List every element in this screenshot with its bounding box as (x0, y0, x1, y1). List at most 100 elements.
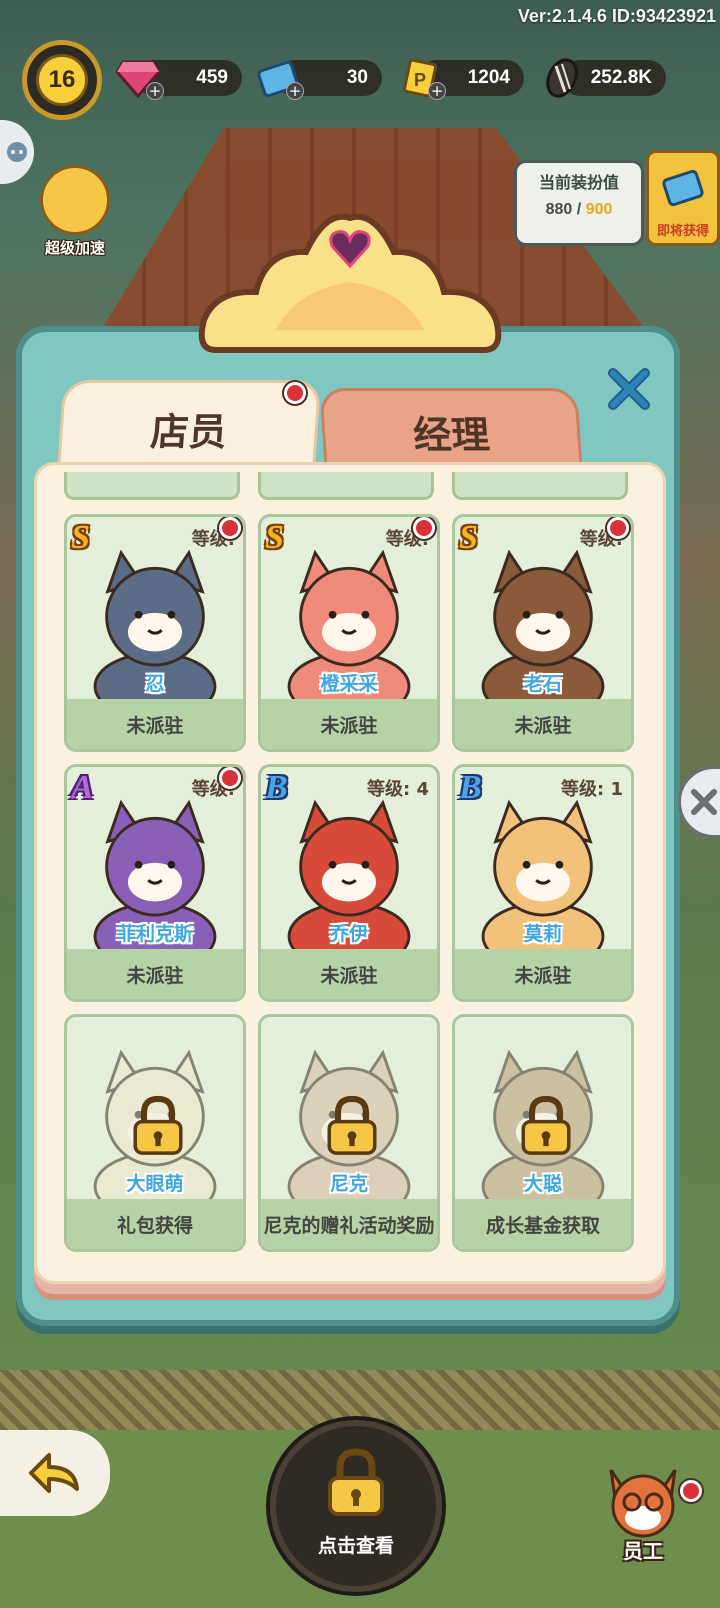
super-boost-label: 超级加速 (44, 239, 105, 257)
deploy-status-text: 未派驻 (126, 964, 184, 987)
card-notification-dot (219, 767, 241, 789)
panel-header-cloud (196, 210, 504, 360)
decoration-value-progress: 880 / 900 (517, 201, 641, 219)
card-notification-dot (219, 517, 241, 539)
staff-card[interactable]: S 等级: 橙采采 未派驻 (258, 514, 440, 752)
level-label: 等级: (561, 779, 605, 800)
coupon-value: 1204 (467, 67, 510, 88)
deploy-status-text: 未派驻 (514, 714, 572, 737)
lock-icon (328, 1448, 384, 1516)
deploy-status-bar: 未派驻 (67, 699, 243, 749)
super-boost-button[interactable]: 超级加速 (30, 165, 120, 263)
staff-card[interactable]: B 等级: 4 乔伊未派驻 (258, 764, 440, 1002)
deploy-status-bar: 未派驻 (261, 699, 437, 749)
tab-manager[interactable]: 经理 (319, 388, 583, 472)
upcoming-reward-button[interactable]: 即将获得 (646, 150, 720, 246)
character-name: 尼克 (329, 1173, 368, 1195)
decoration-value-current: 880 (545, 201, 573, 218)
deploy-status-text: 未派驻 (514, 964, 572, 987)
tab-manager-label: 经理 (411, 413, 491, 457)
character-name: 菲利克斯 (116, 923, 193, 945)
rank-badge: S (71, 519, 90, 556)
seed-value: 252.8K (590, 67, 652, 88)
lock-icon (133, 1095, 183, 1155)
character-name: 大眼萌 (126, 1173, 184, 1195)
character-name: 莫莉 (523, 923, 562, 945)
staff-notification-dot (680, 1480, 702, 1502)
back-button[interactable] (0, 1430, 110, 1516)
unlock-method-text: 礼包获得 (116, 1214, 193, 1237)
character-name: 大聪 (523, 1173, 562, 1195)
ticket-value: 30 (346, 67, 368, 88)
staff-card[interactable]: S 等级: 老石 未派驻 (452, 514, 634, 752)
card-notification-dot (413, 517, 435, 539)
decoration-value-panel[interactable]: 当前装扮值 880 / 900 (514, 160, 644, 246)
lock-icon (327, 1095, 377, 1155)
chick-icon (40, 165, 110, 235)
heart-icon (329, 230, 371, 269)
decoration-value-max: 900 (585, 201, 613, 218)
view-details-button[interactable]: 点击查看 (270, 1420, 442, 1592)
player-level-value: 16 (36, 54, 88, 106)
deploy-status-bar: 未派驻 (455, 949, 631, 999)
character-name: 橙采采 (320, 673, 378, 695)
decoration-value-separator: / (576, 201, 582, 218)
level-text: 等级: 4 (367, 775, 429, 801)
card-stub (452, 472, 628, 500)
version-id-text: Ver:2.1.4.6 ID:93423921 (517, 6, 716, 26)
deploy-status-text: 未派驻 (126, 714, 184, 737)
deploy-status-bar: 未派驻 (67, 949, 243, 999)
staff-button[interactable]: 员工 (588, 1450, 702, 1568)
player-level-badge[interactable]: 16 (22, 40, 102, 120)
close-panel-button[interactable] (604, 364, 654, 414)
svg-text:P: P (414, 70, 426, 90)
coupon-plus-icon[interactable]: + (428, 82, 446, 100)
rank-badge: S (265, 519, 284, 556)
rank-badge: B (459, 769, 482, 806)
card-notification-dot (607, 517, 629, 539)
ticket-reward-icon (662, 169, 704, 207)
side-close-button[interactable] (678, 766, 720, 838)
decoration-value-title: 当前装扮值 (538, 173, 619, 192)
deploy-status-bar: 未派驻 (455, 699, 631, 749)
unlock-method-text: 尼克的赠礼活动奖励 (263, 1214, 435, 1237)
fox-avatar-icon (609, 1469, 677, 1538)
deploy-status-bar: 未派驻 (261, 949, 437, 999)
chat-icon (7, 142, 27, 162)
character-name: 忍 (145, 673, 165, 695)
unlock-method-bar: 成长基金获取 (455, 1199, 631, 1249)
staff-card[interactable]: B 等级: 1 莫莉未派驻 (452, 764, 634, 1002)
character-name: 乔伊 (329, 923, 368, 945)
tab-staff-label: 店员 (149, 410, 229, 454)
deploy-status-text: 未派驻 (320, 714, 378, 737)
rank-badge: A (71, 769, 94, 806)
level-value: 1 (604, 779, 623, 800)
unlock-method-text: 成长基金获取 (485, 1214, 600, 1237)
back-arrow-icon (29, 1453, 79, 1493)
lock-icon (521, 1095, 571, 1155)
ticket-plus-icon[interactable]: + (286, 82, 304, 100)
close-icon (691, 789, 717, 815)
level-label: 等级: (367, 779, 411, 800)
gem-plus-icon[interactable]: + (146, 82, 164, 100)
sunflower-seed-icon (538, 54, 586, 102)
unlock-method-bar: 尼克的赠礼活动奖励 (261, 1199, 437, 1249)
close-icon (608, 368, 650, 410)
tab-staff[interactable]: 店员 (56, 380, 322, 474)
view-details-label: 点击查看 (317, 1535, 394, 1557)
locked-staff-card[interactable]: 大聪 成长基金获取 (452, 1014, 634, 1252)
character-name: 老石 (523, 673, 562, 695)
level-text: 等级: 1 (561, 775, 623, 801)
rank-badge: S (459, 519, 478, 556)
rank-badge: B (265, 769, 288, 806)
deploy-status-text: 未派驻 (320, 964, 378, 987)
staff-card[interactable]: S 等级: 忍未派驻 (64, 514, 246, 752)
staff-button-label: 员工 (623, 1539, 663, 1563)
tab-staff-notification-dot (284, 382, 306, 404)
unlock-method-bar: 礼包获得 (67, 1199, 243, 1249)
card-stub (258, 472, 434, 500)
staff-card[interactable]: A 等级: 菲利克斯 未派驻 (64, 764, 246, 1002)
locked-staff-card[interactable]: 尼克尼克的赠礼活动奖励 (258, 1014, 440, 1252)
locked-staff-card[interactable]: 大眼萌 礼包获得 (64, 1014, 246, 1252)
card-stub (64, 472, 240, 500)
